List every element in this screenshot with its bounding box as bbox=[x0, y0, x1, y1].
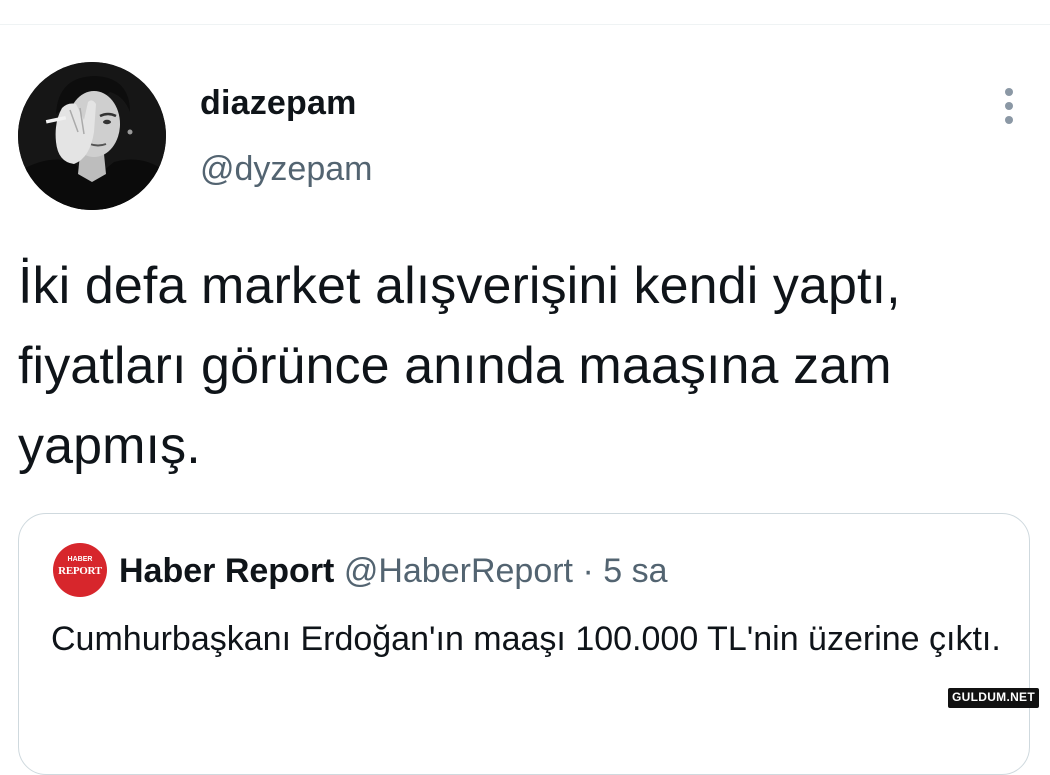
quoted-author-handle[interactable]: @HaberReport bbox=[344, 552, 573, 590]
logo-main-text: REPORT bbox=[58, 565, 102, 577]
more-dot bbox=[1005, 88, 1013, 96]
watermark: GULDUM.NET bbox=[948, 688, 1039, 708]
avatar[interactable] bbox=[18, 62, 166, 210]
more-dot bbox=[1005, 102, 1013, 110]
tweet-text: İki defa market alışverişini kendi yaptı… bbox=[18, 257, 901, 475]
author-handle[interactable]: @dyzepam bbox=[200, 150, 372, 189]
quoted-tweet-text: Cumhurbaşkanı Erdoğan'ın maaşı 100.000 T… bbox=[51, 620, 1001, 658]
separator-dot: · bbox=[582, 552, 594, 590]
author-display-name[interactable]: diazepam bbox=[200, 84, 357, 123]
quoted-author-name[interactable]: Haber Report bbox=[119, 552, 334, 590]
more-vertical-icon[interactable] bbox=[996, 84, 1024, 128]
quoted-tweet-card[interactable]: HABER REPORT Haber Report @HaberReport ·… bbox=[18, 513, 1030, 775]
quoted-timestamp[interactable]: 5 sa bbox=[603, 552, 667, 590]
quoted-tweet-header: Haber Report @HaberReport · 5 sa bbox=[119, 549, 668, 593]
top-divider bbox=[0, 24, 1050, 25]
logo-top-text: HABER bbox=[67, 556, 93, 563]
more-dot bbox=[1005, 116, 1013, 124]
haber-report-avatar[interactable]: HABER REPORT bbox=[53, 543, 107, 597]
